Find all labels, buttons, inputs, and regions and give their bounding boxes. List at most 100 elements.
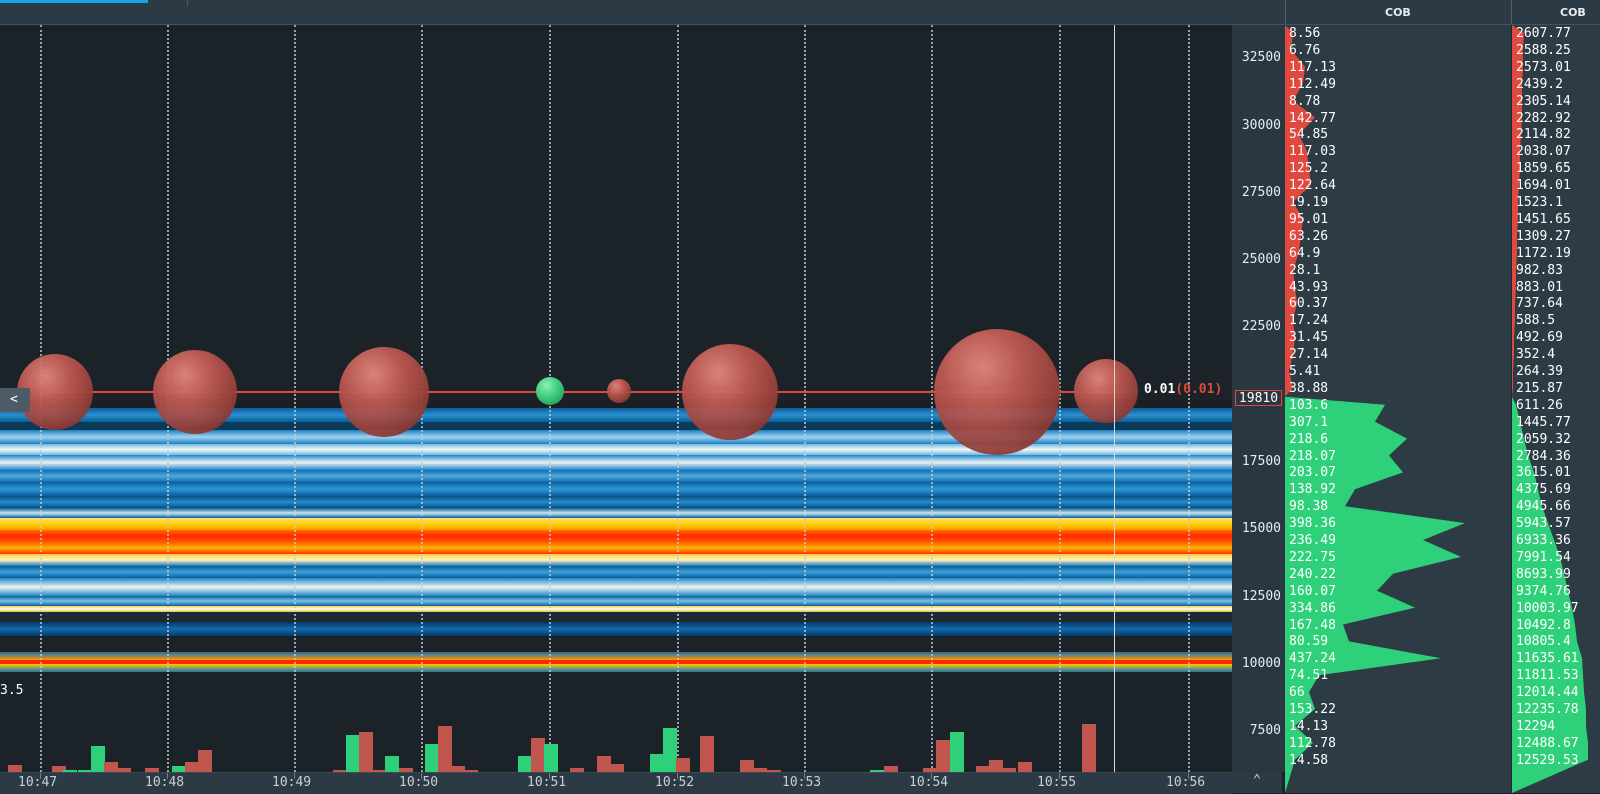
ask-row: 588.5: [1516, 313, 1556, 329]
header-divider: [1285, 0, 1286, 24]
cob-panel-right[interactable]: 2607.77 2588.25 2573.01 2439.2 2305.14 2282.9…: [1511, 25, 1600, 793]
volume-bar: [91, 746, 105, 772]
ask-row: 95.01: [1289, 211, 1329, 227]
time-label: 10:53: [782, 775, 822, 790]
crosshair-line: [1114, 25, 1115, 772]
bid-row: 3615.01: [1516, 465, 1571, 481]
heat-band: [0, 470, 1232, 482]
volume-bar: [438, 726, 452, 772]
ask-row: 28.1: [1289, 262, 1321, 278]
chevron-up-icon: ⌃: [1252, 772, 1262, 788]
cob-panel-left[interactable]: 8.56 6.76 117.13 112.49 8.78 142.77 54.85 117.0…: [1285, 25, 1511, 793]
volume-bar: [185, 762, 199, 772]
ask-row: 2439.2: [1516, 76, 1563, 92]
volume-bar: [610, 764, 624, 772]
bid-row: 8693.99: [1516, 566, 1571, 582]
bid-row: 611.26: [1516, 397, 1563, 413]
gridline-10:56: [1188, 25, 1190, 772]
heat-band: [0, 596, 1232, 606]
bid-row: 7991.54: [1516, 549, 1571, 565]
ask-row: 38.88: [1289, 380, 1329, 396]
volume-bar: [650, 754, 664, 772]
bid-row: 218.07: [1289, 448, 1336, 464]
price-label: 17500: [1241, 454, 1281, 469]
active-tab-indicator[interactable]: [0, 0, 148, 3]
bid-row: 112.78: [1289, 735, 1336, 751]
sell-trade-bubble[interactable]: [153, 350, 237, 434]
bid-row: 10805.4: [1516, 634, 1571, 650]
ask-row: 63.26: [1289, 228, 1329, 244]
volume-bar: [663, 728, 677, 772]
ask-row: 17.24: [1289, 313, 1329, 329]
heat-band: [0, 566, 1232, 578]
time-label: 10:47: [18, 775, 58, 790]
heat-band: [0, 578, 1232, 596]
ask-row: 5.41: [1289, 364, 1321, 379]
tab-separator: [187, 0, 188, 6]
expand-panel-button[interactable]: ⌃: [1232, 772, 1282, 793]
bid-row: 6933.36: [1516, 533, 1571, 548]
volume-bar: [425, 744, 439, 772]
sell-trade-bubble[interactable]: [339, 347, 429, 437]
volume-bar: [104, 762, 118, 772]
chevron-left-icon: <: [10, 392, 18, 407]
ask-row: 2607.77: [1516, 26, 1571, 41]
volume-bar: [936, 740, 950, 772]
ask-row: 60.37: [1289, 296, 1329, 312]
gridline-10:54: [931, 25, 933, 772]
bid-row: 12235.78: [1516, 702, 1579, 717]
bid-row: 12014.44: [1516, 685, 1579, 701]
ask-row: 737.64: [1516, 296, 1563, 312]
sell-trade-bubble[interactable]: [607, 379, 631, 403]
time-label: 10:48: [145, 775, 185, 790]
time-label: 10:54: [909, 775, 949, 790]
bid-row: 437.24: [1289, 651, 1336, 667]
ask-row: 43.93: [1289, 279, 1329, 295]
bid-row: 2784.36: [1516, 448, 1571, 464]
ask-row: 1859.65: [1516, 161, 1571, 177]
price-label: 32500: [1241, 50, 1281, 65]
heat-band: [0, 664, 1232, 672]
cob-header-right: COB: [1560, 6, 1586, 19]
heat-band: [0, 554, 1232, 566]
ask-row: 54.85: [1289, 127, 1329, 143]
bid-row: 11811.53: [1516, 668, 1579, 684]
heat-band: [0, 652, 1232, 660]
heat-band: [0, 496, 1232, 508]
ask-row: 2114.82: [1516, 127, 1571, 143]
ask-row: 27.14: [1289, 347, 1329, 363]
heat-band: [0, 455, 1232, 470]
bid-row: 10003.97: [1516, 600, 1579, 616]
heatmap-chart[interactable]: 3.5 < 0.01(0.01): [0, 25, 1232, 772]
volume-bar: [700, 736, 714, 772]
price-label: 27500: [1241, 185, 1281, 200]
ask-row: 2282.92: [1516, 110, 1571, 126]
volume-bar: [346, 735, 360, 772]
ask-row: 1172.19: [1516, 245, 1571, 261]
volume-bar: [597, 756, 611, 772]
collapse-panel-button[interactable]: <: [0, 388, 30, 412]
volume-bar: [8, 765, 22, 772]
ask-row: 1523.1: [1516, 195, 1563, 210]
bid-row: 5943.57: [1516, 516, 1571, 532]
bid-row: 14.13: [1289, 718, 1329, 734]
time-axis[interactable]: 10:47 10:48 10:49 10:50 10:51 10:52 10:53 10:54…: [0, 772, 1232, 794]
bid-row: 2059.32: [1516, 431, 1571, 447]
bid-row: 4375.69: [1516, 482, 1571, 498]
volume-bar: [385, 756, 399, 772]
bid-row: 11635.61: [1516, 651, 1579, 667]
sell-trade-bubble[interactable]: [682, 344, 778, 440]
bid-row: 103.6: [1289, 397, 1329, 413]
sell-trade-bubble[interactable]: [934, 329, 1060, 455]
ask-row: 883.01: [1516, 279, 1563, 295]
bid-row: 1445.77: [1516, 414, 1571, 430]
ask-row: 112.49: [1289, 76, 1336, 92]
last-trade-change: (0.01): [1175, 382, 1223, 397]
buy-trade-bubble[interactable]: [536, 377, 564, 405]
volume-bar: [531, 738, 545, 772]
ask-row: 1309.27: [1516, 228, 1571, 244]
time-label: 10:51: [527, 775, 567, 790]
price-axis[interactable]: 19810 32500 30000 27500 25000 22500 17500 1500…: [1232, 25, 1285, 772]
ask-row: 2588.25: [1516, 42, 1571, 58]
sell-trade-bubble[interactable]: [1074, 359, 1138, 423]
